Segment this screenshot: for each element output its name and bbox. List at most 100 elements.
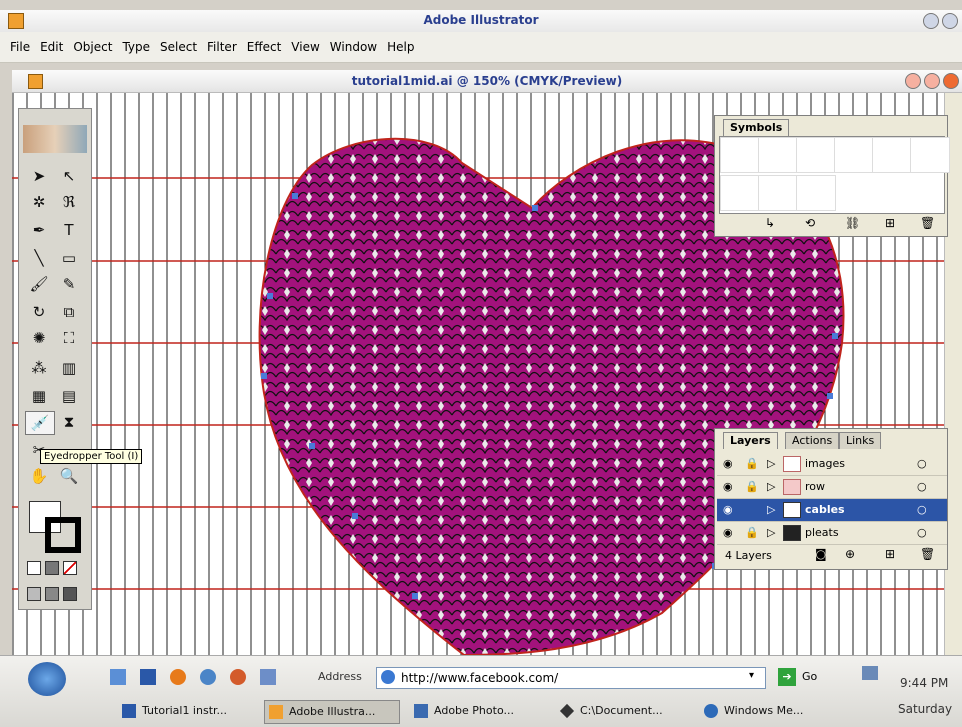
replace-symbol-icon[interactable]: ⟲ xyxy=(805,216,815,230)
expand-triangle-icon[interactable]: ▷ xyxy=(767,480,775,493)
target-circle-icon[interactable]: ○ xyxy=(917,503,927,516)
mesh-tool-icon[interactable]: ▦ xyxy=(25,385,53,407)
lasso-tool-icon[interactable]: ℜ xyxy=(55,191,83,213)
layer-row-pleats[interactable]: ◉ 🔒 ▷ pleats ○ xyxy=(717,522,947,545)
start-button[interactable] xyxy=(28,662,66,696)
graph-tool-icon[interactable]: ▥ xyxy=(55,357,83,379)
task-button-illustrator[interactable]: Adobe Illustra... xyxy=(264,700,400,724)
tab-actions[interactable]: Actions xyxy=(785,432,840,449)
delete-layer-icon[interactable]: 🗑 xyxy=(920,547,935,561)
menu-help[interactable]: Help xyxy=(387,40,414,54)
menu-view[interactable]: View xyxy=(291,40,319,54)
lock-icon[interactable]: 🔒 xyxy=(745,457,759,470)
firefox-icon[interactable] xyxy=(170,669,186,685)
hand-tool-icon[interactable]: ✋ xyxy=(25,465,53,487)
tab-layers[interactable]: Layers xyxy=(723,432,778,449)
go-arrow-icon[interactable]: ➔ xyxy=(778,668,796,686)
color-mode-icon[interactable] xyxy=(27,561,41,575)
expand-triangle-icon[interactable]: ▷ xyxy=(767,503,775,516)
app-icon[interactable] xyxy=(230,669,246,685)
tab-links[interactable]: Links xyxy=(839,432,882,449)
doc-close-button[interactable] xyxy=(943,73,959,89)
rectangle-tool-icon[interactable]: ▭ xyxy=(55,247,83,269)
menu-file[interactable]: File xyxy=(10,40,30,54)
pen-tool-icon[interactable]: ✒ xyxy=(25,219,53,241)
menu-select[interactable]: Select xyxy=(160,40,197,54)
scale-tool-icon[interactable]: ⧉ xyxy=(55,301,83,323)
paintbrush-tool-icon[interactable]: 🖌 xyxy=(25,273,53,295)
dropdown-arrow-icon[interactable]: ▾ xyxy=(749,670,754,681)
screen-mode-full-icon[interactable] xyxy=(63,587,77,601)
selection-tool-icon[interactable]: ➤ xyxy=(25,165,53,187)
symbol-swatch[interactable] xyxy=(758,137,798,173)
layer-row-cables[interactable]: ◉ ▷ cables ○ xyxy=(717,499,947,522)
messenger-icon[interactable] xyxy=(200,669,216,685)
rotate-tool-icon[interactable]: ↻ xyxy=(25,301,53,323)
address-bar[interactable]: http://www.facebook.com/ ▾ xyxy=(376,667,766,689)
layer-row-row[interactable]: ◉ 🔒 ▷ row ○ xyxy=(717,476,947,499)
expand-triangle-icon[interactable]: ▷ xyxy=(767,526,775,539)
menu-type[interactable]: Type xyxy=(122,40,150,54)
pencil-tool-icon[interactable]: ✎ xyxy=(55,273,83,295)
make-clipping-mask-icon[interactable]: ◙ xyxy=(815,547,827,561)
menu-filter[interactable]: Filter xyxy=(207,40,237,54)
minimize-button[interactable] xyxy=(923,13,939,29)
target-circle-icon[interactable]: ○ xyxy=(917,457,927,470)
zoom-tool-icon[interactable]: 🔍 xyxy=(55,465,83,487)
none-mode-icon[interactable] xyxy=(63,561,77,575)
new-symbol-icon[interactable]: ⊞ xyxy=(885,216,895,230)
trash-icon[interactable]: 🗑 xyxy=(920,216,935,230)
magic-wand-tool-icon[interactable]: ✲ xyxy=(25,191,53,213)
break-link-icon[interactable]: ⛓ xyxy=(845,216,860,230)
symbol-swatch[interactable] xyxy=(910,137,950,173)
task-button-windows-media[interactable]: Windows Me... xyxy=(700,700,844,722)
maximize-button[interactable] xyxy=(942,13,958,29)
task-button-photoshop[interactable]: Adobe Photo... xyxy=(410,700,552,722)
app-icon[interactable] xyxy=(260,669,276,685)
symbol-sprayer-tool-icon[interactable]: ⁂ xyxy=(25,357,53,379)
word-icon[interactable] xyxy=(140,669,156,685)
type-tool-icon[interactable]: T xyxy=(55,219,83,241)
stroke-swatch[interactable] xyxy=(45,517,81,553)
eye-icon[interactable]: ◉ xyxy=(723,480,733,493)
symbol-swatch[interactable] xyxy=(834,137,874,173)
gradient-tool-icon[interactable]: ▤ xyxy=(55,385,83,407)
eye-icon[interactable]: ◉ xyxy=(723,457,733,470)
task-button-explorer[interactable]: C:\Document... xyxy=(556,700,700,722)
eyedropper-tool-icon[interactable]: 💉 xyxy=(25,411,55,435)
gradient-mode-icon[interactable] xyxy=(45,561,59,575)
warp-tool-icon[interactable]: ✺ xyxy=(25,327,53,349)
blend-tool-icon[interactable]: ⧗ xyxy=(55,411,83,433)
place-symbol-icon[interactable]: ↳ xyxy=(765,216,775,230)
line-tool-icon[interactable]: ╲ xyxy=(25,247,53,269)
screen-mode-menu-icon[interactable] xyxy=(45,587,59,601)
doc-minimize-button[interactable] xyxy=(905,73,921,89)
target-circle-icon[interactable]: ○ xyxy=(917,480,927,493)
menu-object[interactable]: Object xyxy=(73,40,112,54)
direct-selection-tool-icon[interactable]: ↖ xyxy=(55,165,83,187)
layer-row-images[interactable]: ◉ 🔒 ▷ images ○ xyxy=(717,453,947,476)
target-circle-icon[interactable]: ○ xyxy=(917,526,927,539)
quicklaunch-icon[interactable] xyxy=(110,669,126,685)
free-transform-tool-icon[interactable]: ⛶ xyxy=(55,327,83,349)
address-input[interactable]: http://www.facebook.com/ xyxy=(401,671,558,685)
lock-icon[interactable]: 🔒 xyxy=(745,480,759,493)
symbol-swatch[interactable] xyxy=(796,137,836,173)
symbol-swatch[interactable] xyxy=(872,137,912,173)
new-layer-icon[interactable]: ⊞ xyxy=(885,547,895,561)
go-button[interactable]: Go xyxy=(802,670,817,683)
expand-triangle-icon[interactable]: ▷ xyxy=(767,457,775,470)
eye-icon[interactable]: ◉ xyxy=(723,503,733,516)
menu-effect[interactable]: Effect xyxy=(247,40,282,54)
tab-symbols[interactable]: Symbols xyxy=(723,119,790,136)
menu-window[interactable]: Window xyxy=(330,40,377,54)
symbol-swatch[interactable] xyxy=(720,175,760,211)
new-sublayer-icon[interactable]: ⊕ xyxy=(845,547,855,561)
symbol-swatch[interactable] xyxy=(796,175,836,211)
screen-mode-standard-icon[interactable] xyxy=(27,587,41,601)
symbol-swatch[interactable] xyxy=(758,175,798,211)
eye-icon[interactable]: ◉ xyxy=(723,526,733,539)
menu-edit[interactable]: Edit xyxy=(40,40,63,54)
task-button-word[interactable]: Tutorial1 instr... xyxy=(118,700,260,722)
lock-icon[interactable]: 🔒 xyxy=(745,526,759,539)
